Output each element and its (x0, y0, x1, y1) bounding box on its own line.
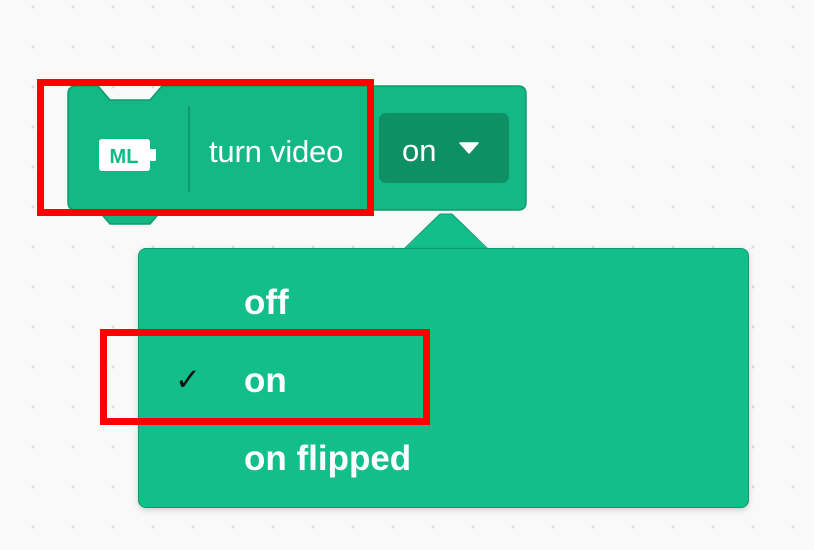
video-state-dropdown[interactable]: on (379, 113, 509, 183)
menu-item-label: on (244, 361, 287, 400)
menu-item-label: off (244, 283, 289, 322)
workspace-canvas[interactable]: ML turn video on off ✓ on on flipped (0, 0, 814, 550)
menu-pointer (403, 213, 489, 250)
checkmark-icon: ✓ (175, 362, 201, 398)
turn-video-block[interactable]: ML turn video on (67, 85, 527, 225)
caret-down-icon (459, 142, 479, 154)
dropdown-value: on (402, 133, 437, 168)
menu-item-on-flipped[interactable]: on flipped (139, 419, 748, 495)
block-label: turn video (209, 134, 344, 169)
ml-icon-text: ML (110, 146, 139, 168)
menu-item-off[interactable]: off (139, 263, 748, 339)
menu-item-label: on flipped (244, 439, 412, 478)
video-state-menu: off ✓ on on flipped (138, 248, 749, 508)
ml-extension-icon: ML (99, 139, 156, 171)
menu-item-on[interactable]: ✓ on (139, 341, 748, 417)
